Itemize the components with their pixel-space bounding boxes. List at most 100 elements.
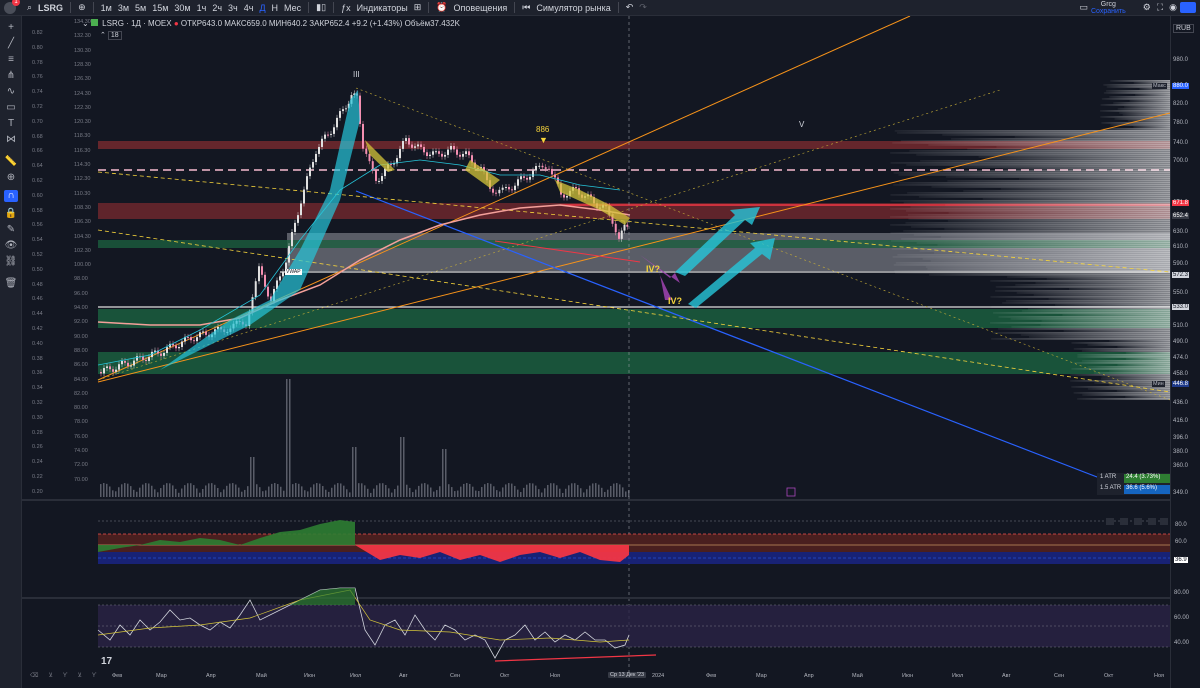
alerts-button[interactable]: Оповещения bbox=[451, 3, 511, 13]
interval-5[interactable]: 30м bbox=[171, 3, 193, 13]
volume-bar bbox=[145, 483, 147, 497]
left-scale-tick: 0.54 bbox=[32, 237, 43, 244]
left-scale2-tick: 70.00 bbox=[74, 476, 88, 483]
time-tick: Фев bbox=[112, 673, 123, 679]
left-scale-tick: 0.24 bbox=[32, 459, 43, 466]
left-scale-tick: 0.78 bbox=[32, 59, 43, 66]
pitchfork-icon[interactable]: ⋔ bbox=[4, 70, 18, 82]
volume-bar bbox=[556, 485, 558, 497]
volume-bar bbox=[589, 485, 591, 497]
pane-maximize-button[interactable] bbox=[1148, 518, 1156, 525]
alert-icon[interactable]: ⏰ bbox=[433, 2, 450, 13]
candles-icon[interactable]: ▮▯ bbox=[313, 2, 329, 13]
replay-icon[interactable]: ⏮ bbox=[519, 2, 533, 13]
indicators-button[interactable]: Индикаторы bbox=[354, 3, 411, 13]
collapse-icon[interactable]: ⌃ bbox=[100, 32, 106, 39]
settings-icon[interactable]: ⚙ bbox=[1140, 2, 1154, 13]
volume-profile-row bbox=[1082, 394, 1170, 396]
volume-bar bbox=[151, 485, 153, 497]
search-icon[interactable]: ⌕ bbox=[24, 2, 35, 13]
time-tick: Сен bbox=[450, 673, 461, 679]
volume-profile-row bbox=[897, 254, 1170, 256]
e-marker[interactable] bbox=[786, 487, 796, 497]
interval-7[interactable]: 2ч bbox=[209, 3, 225, 13]
interval-12[interactable]: Мес bbox=[281, 3, 304, 13]
volume-profile-row bbox=[1109, 370, 1170, 372]
pane-up-button[interactable] bbox=[1106, 518, 1114, 525]
interval-6[interactable]: 1ч bbox=[194, 3, 210, 13]
pane-collapse-button[interactable] bbox=[1134, 518, 1142, 525]
legend-arrow-icon[interactable]: ⌄ bbox=[82, 19, 89, 28]
volume-profile-row bbox=[922, 258, 1170, 260]
layout-select-icon[interactable]: ▭ bbox=[1076, 2, 1091, 13]
zoom-icon[interactable]: ⊕ bbox=[4, 172, 18, 184]
undo-icon[interactable]: ↶ bbox=[623, 2, 637, 13]
volume-profile-row bbox=[990, 280, 1170, 282]
price-axis[interactable]: RUB bbox=[1170, 16, 1200, 688]
currency-label[interactable]: RUB bbox=[1173, 24, 1194, 33]
link-icon[interactable]: ⛓ bbox=[4, 256, 18, 268]
indicators-icon[interactable]: ƒx bbox=[338, 3, 354, 13]
timeframe-icons[interactable]: ⌫⊻ϒ⊻ϒ bbox=[30, 672, 107, 679]
left-scale2-tick: 72.00 bbox=[74, 462, 88, 469]
left-scale-tick: 0.76 bbox=[32, 74, 43, 81]
chart-canvas[interactable]: 17 bbox=[22, 16, 1170, 688]
volume-bar bbox=[370, 492, 372, 497]
save-button[interactable]: Сохранить bbox=[1091, 8, 1126, 15]
volume-profile-row bbox=[890, 224, 1170, 226]
trash-icon[interactable]: 🗑 bbox=[4, 278, 18, 290]
interval-9[interactable]: 4ч bbox=[241, 3, 257, 13]
interval-1[interactable]: 1м bbox=[98, 3, 115, 13]
lock-icon[interactable]: 🔒 bbox=[4, 208, 18, 220]
volume-profile-row bbox=[1100, 110, 1170, 112]
interval-4[interactable]: 15м bbox=[149, 3, 171, 13]
volume-profile-row bbox=[947, 180, 1170, 182]
volume-profile-row bbox=[1000, 188, 1170, 190]
publish-icon[interactable] bbox=[1180, 2, 1196, 13]
text-icon[interactable]: T bbox=[4, 118, 18, 130]
replay-button[interactable]: Симулятор рынка bbox=[533, 3, 613, 13]
magnet-icon[interactable]: ∩ bbox=[4, 190, 18, 202]
volume-profile-row bbox=[1117, 346, 1170, 348]
fullscreen-icon[interactable]: ⛶ bbox=[1154, 2, 1166, 13]
pane2-tick: 40.00 bbox=[1174, 640, 1190, 646]
time-tick: Ноя bbox=[1154, 673, 1165, 679]
left-scale2-tick: 102.30 bbox=[74, 247, 91, 254]
redo-icon[interactable]: ↷ bbox=[636, 2, 650, 13]
ruler-icon[interactable]: 📏 bbox=[4, 156, 18, 168]
brush-icon[interactable]: ∿ bbox=[4, 86, 18, 98]
add-symbol-icon[interactable]: ⊕ bbox=[75, 2, 89, 13]
volume-bar bbox=[343, 485, 345, 497]
rectangle-icon[interactable]: ▭ bbox=[4, 102, 18, 114]
interval-11[interactable]: Н bbox=[269, 3, 282, 13]
interval-3[interactable]: 5м bbox=[132, 3, 149, 13]
pane-down-button[interactable] bbox=[1120, 518, 1128, 525]
templates-icon[interactable]: ⊞ bbox=[411, 2, 425, 13]
horizontal-lines-icon[interactable]: ≡ bbox=[4, 54, 18, 66]
indicators-count[interactable]: ⌃ 18 bbox=[100, 31, 122, 40]
legend-symbol[interactable]: LSRG · 1Д · MOEX bbox=[102, 19, 171, 28]
user-avatar[interactable]: 1 bbox=[4, 0, 20, 14]
volume-profile-row bbox=[1002, 168, 1170, 170]
layout-name[interactable]: Grcg bbox=[1101, 1, 1116, 8]
symbol-name[interactable]: LSRG bbox=[35, 3, 66, 13]
volume-profile-row bbox=[998, 316, 1170, 318]
pencil-icon[interactable]: ✎ bbox=[4, 224, 18, 236]
eye-icon[interactable]: 👁 bbox=[4, 240, 18, 252]
volume-bar bbox=[568, 485, 570, 497]
crosshair-icon[interactable]: + bbox=[4, 22, 18, 34]
camera-icon[interactable]: ◉ bbox=[1166, 2, 1180, 13]
pane-close-button[interactable] bbox=[1160, 518, 1168, 525]
interval-2[interactable]: 3м bbox=[115, 3, 132, 13]
interval-8[interactable]: 3ч bbox=[225, 3, 241, 13]
volume-bar bbox=[199, 492, 201, 497]
trendline-icon[interactable]: ╱ bbox=[4, 38, 18, 50]
interval-10[interactable]: Д bbox=[256, 3, 268, 13]
volume-bar bbox=[490, 483, 492, 497]
volume-profile-row bbox=[1119, 112, 1170, 114]
patterns-icon[interactable]: ⋈ bbox=[4, 134, 18, 146]
volume-profile-row bbox=[1100, 116, 1170, 118]
left-scale2-tick: 78.00 bbox=[74, 419, 88, 426]
volume-bar bbox=[283, 490, 285, 497]
left-scale-tick: 0.66 bbox=[32, 148, 43, 155]
